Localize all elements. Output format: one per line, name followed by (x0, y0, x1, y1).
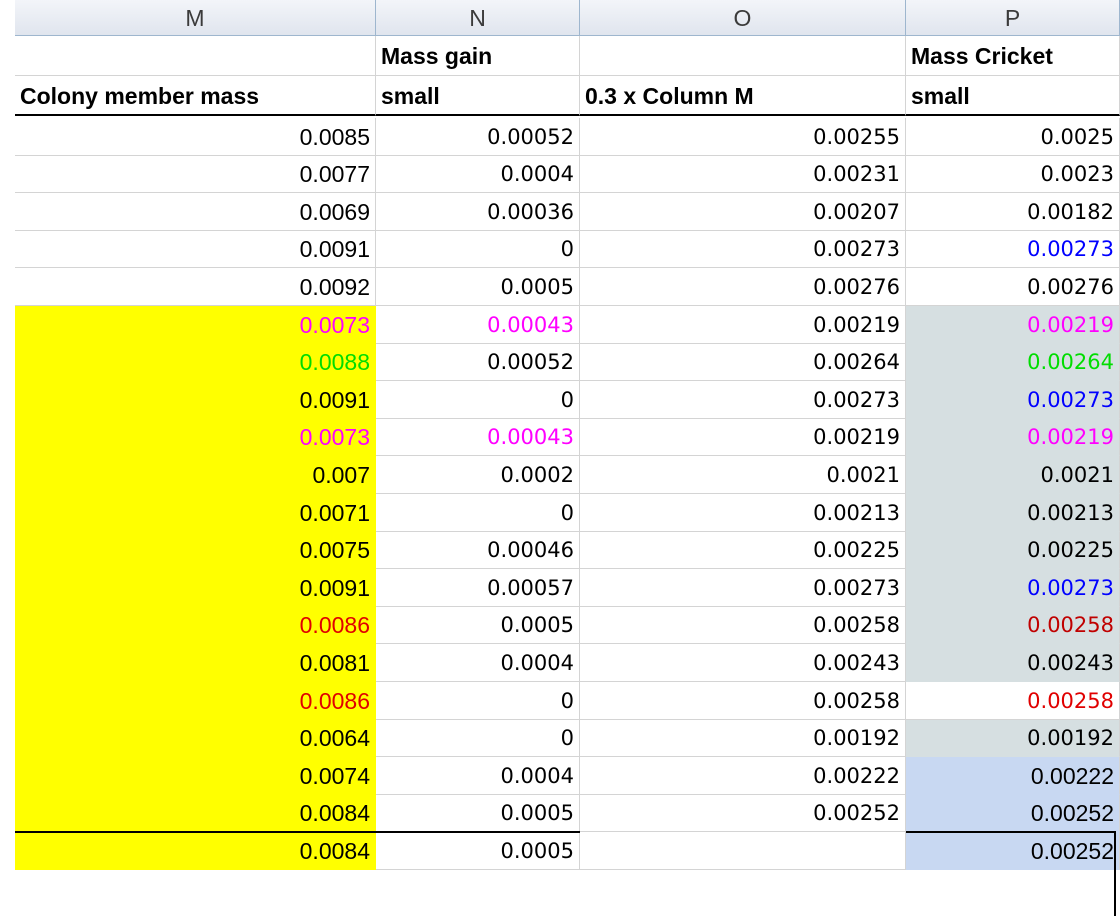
bottom-border-line-p (906, 831, 1116, 833)
cell-o-2[interactable]: 0.00231 (580, 156, 906, 193)
cell-m-9[interactable]: 0.0073 (15, 419, 376, 456)
cell-o-15[interactable]: 0.00243 (580, 644, 906, 682)
header-cell-p1[interactable]: Mass Cricket (906, 36, 1120, 76)
cell-p-20[interactable]: 0.00252 (906, 832, 1120, 870)
cell-o-18[interactable]: 0.00222 (580, 757, 906, 795)
cell-p-18[interactable]: 0.00222 (906, 757, 1120, 795)
cell-p-12[interactable]: 0.00225 (906, 532, 1120, 569)
header-cell-o2[interactable]: 0.3 x Column M (580, 76, 906, 116)
column-header-n[interactable]: N (376, 0, 580, 36)
cell-n-10[interactable]: 0.0002 (376, 456, 580, 494)
cell-n-20[interactable]: 0.0005 (376, 832, 580, 870)
cell-n-1[interactable]: 0.00052 (376, 118, 580, 156)
cell-n-17[interactable]: 0 (376, 720, 580, 757)
cell-o-6[interactable]: 0.00219 (580, 306, 906, 344)
cell-o-1[interactable]: 0.00255 (580, 118, 906, 156)
cell-o-10[interactable]: 0.0021 (580, 456, 906, 494)
cell-o-16[interactable]: 0.00258 (580, 682, 906, 720)
cell-n-16[interactable]: 0 (376, 682, 580, 720)
header-cell-n2[interactable]: small (376, 76, 580, 116)
cell-m-15[interactable]: 0.0081 (15, 644, 376, 682)
header-cell-o1[interactable] (580, 36, 906, 76)
cell-m-10[interactable]: 0.007 (15, 456, 376, 494)
cell-p-6[interactable]: 0.00219 (906, 306, 1120, 344)
cell-m-11[interactable]: 0.0071 (15, 494, 376, 532)
cell-m-5[interactable]: 0.0092 (15, 268, 376, 306)
cell-m-18[interactable]: 0.0074 (15, 757, 376, 795)
cell-n-11[interactable]: 0 (376, 494, 580, 532)
cell-n-12[interactable]: 0.00046 (376, 532, 580, 569)
cell-m-19[interactable]: 0.0084 (15, 795, 376, 832)
cell-n-3[interactable]: 0.00036 (376, 193, 580, 231)
cell-p-3[interactable]: 0.00182 (906, 193, 1120, 231)
cell-o-5[interactable]: 0.00276 (580, 268, 906, 306)
cell-m-12[interactable]: 0.0075 (15, 532, 376, 569)
cell-n-19[interactable]: 0.0005 (376, 795, 580, 832)
column-header-o[interactable]: O (580, 0, 906, 36)
cell-n-8[interactable]: 0 (376, 381, 580, 419)
header-cell-p2[interactable]: small (906, 76, 1120, 116)
cell-m-20[interactable]: 0.0084 (15, 832, 376, 870)
cell-p-13[interactable]: 0.00273 (906, 569, 1120, 607)
cell-p-11[interactable]: 0.00213 (906, 494, 1120, 532)
cell-n-2[interactable]: 0.0004 (376, 156, 580, 193)
cell-m-8[interactable]: 0.0091 (15, 381, 376, 419)
cell-p-15[interactable]: 0.00243 (906, 644, 1120, 682)
cell-p-1[interactable]: 0.0025 (906, 118, 1120, 156)
cell-p-4[interactable]: 0.00273 (906, 231, 1120, 268)
cell-o-19[interactable]: 0.00252 (580, 795, 906, 832)
cell-p-19[interactable]: 0.00252 (906, 795, 1120, 832)
cell-m-3[interactable]: 0.0069 (15, 193, 376, 231)
cell-o-14[interactable]: 0.00258 (580, 607, 906, 644)
cell-n-18[interactable]: 0.0004 (376, 757, 580, 795)
cell-m-1[interactable]: 0.0085 (15, 118, 376, 156)
cell-o-20[interactable] (580, 832, 906, 870)
cell-n-6[interactable]: 0.00043 (376, 306, 580, 344)
cell-m-7[interactable]: 0.0088 (15, 344, 376, 381)
cell-p-5[interactable]: 0.00276 (906, 268, 1120, 306)
cell-m-16[interactable]: 0.0086 (15, 682, 376, 720)
cell-p-17[interactable]: 0.00192 (906, 720, 1120, 757)
cell-n-14[interactable]: 0.0005 (376, 607, 580, 644)
cell-m-14[interactable]: 0.0086 (15, 607, 376, 644)
header-cell-n1[interactable]: Mass gain (376, 36, 580, 76)
column-header-p[interactable]: P (906, 0, 1120, 36)
cell-o-7[interactable]: 0.00264 (580, 344, 906, 381)
cell-m-2[interactable]: 0.0077 (15, 156, 376, 193)
column-header-m[interactable]: M (15, 0, 376, 36)
cell-n-13[interactable]: 0.00057 (376, 569, 580, 607)
cell-o-11[interactable]: 0.00213 (580, 494, 906, 532)
cell-n-15[interactable]: 0.0004 (376, 644, 580, 682)
cell-p-7[interactable]: 0.00264 (906, 344, 1120, 381)
cell-o-17[interactable]: 0.00192 (580, 720, 906, 757)
header-cell-m1[interactable] (15, 36, 376, 76)
cell-m-13[interactable]: 0.0091 (15, 569, 376, 607)
cell-p-14[interactable]: 0.00258 (906, 607, 1120, 644)
cell-n-5[interactable]: 0.0005 (376, 268, 580, 306)
cell-p-2[interactable]: 0.0023 (906, 156, 1120, 193)
cell-o-9[interactable]: 0.00219 (580, 419, 906, 456)
cell-p-8[interactable]: 0.00273 (906, 381, 1120, 419)
cell-p-16[interactable]: 0.00258 (906, 682, 1120, 720)
cell-p-10[interactable]: 0.0021 (906, 456, 1120, 494)
right-border-line-p (1114, 831, 1116, 916)
cell-o-4[interactable]: 0.00273 (580, 231, 906, 268)
bottom-border-line (15, 831, 580, 833)
header-cell-m2[interactable]: Colony member mass (15, 76, 376, 116)
cell-o-13[interactable]: 0.00273 (580, 569, 906, 607)
cell-m-17[interactable]: 0.0064 (15, 720, 376, 757)
cell-o-8[interactable]: 0.00273 (580, 381, 906, 419)
cell-n-7[interactable]: 0.00052 (376, 344, 580, 381)
cell-n-4[interactable]: 0 (376, 231, 580, 268)
cell-o-3[interactable]: 0.00207 (580, 193, 906, 231)
cell-o-12[interactable]: 0.00225 (580, 532, 906, 569)
spreadsheet-grid: M N O P Mass gain Mass Cricket Colony me… (0, 0, 1120, 916)
cell-n-9[interactable]: 0.00043 (376, 419, 580, 456)
cell-p-9[interactable]: 0.00219 (906, 419, 1120, 456)
cell-m-4[interactable]: 0.0091 (15, 231, 376, 268)
cell-m-6[interactable]: 0.0073 (15, 306, 376, 344)
